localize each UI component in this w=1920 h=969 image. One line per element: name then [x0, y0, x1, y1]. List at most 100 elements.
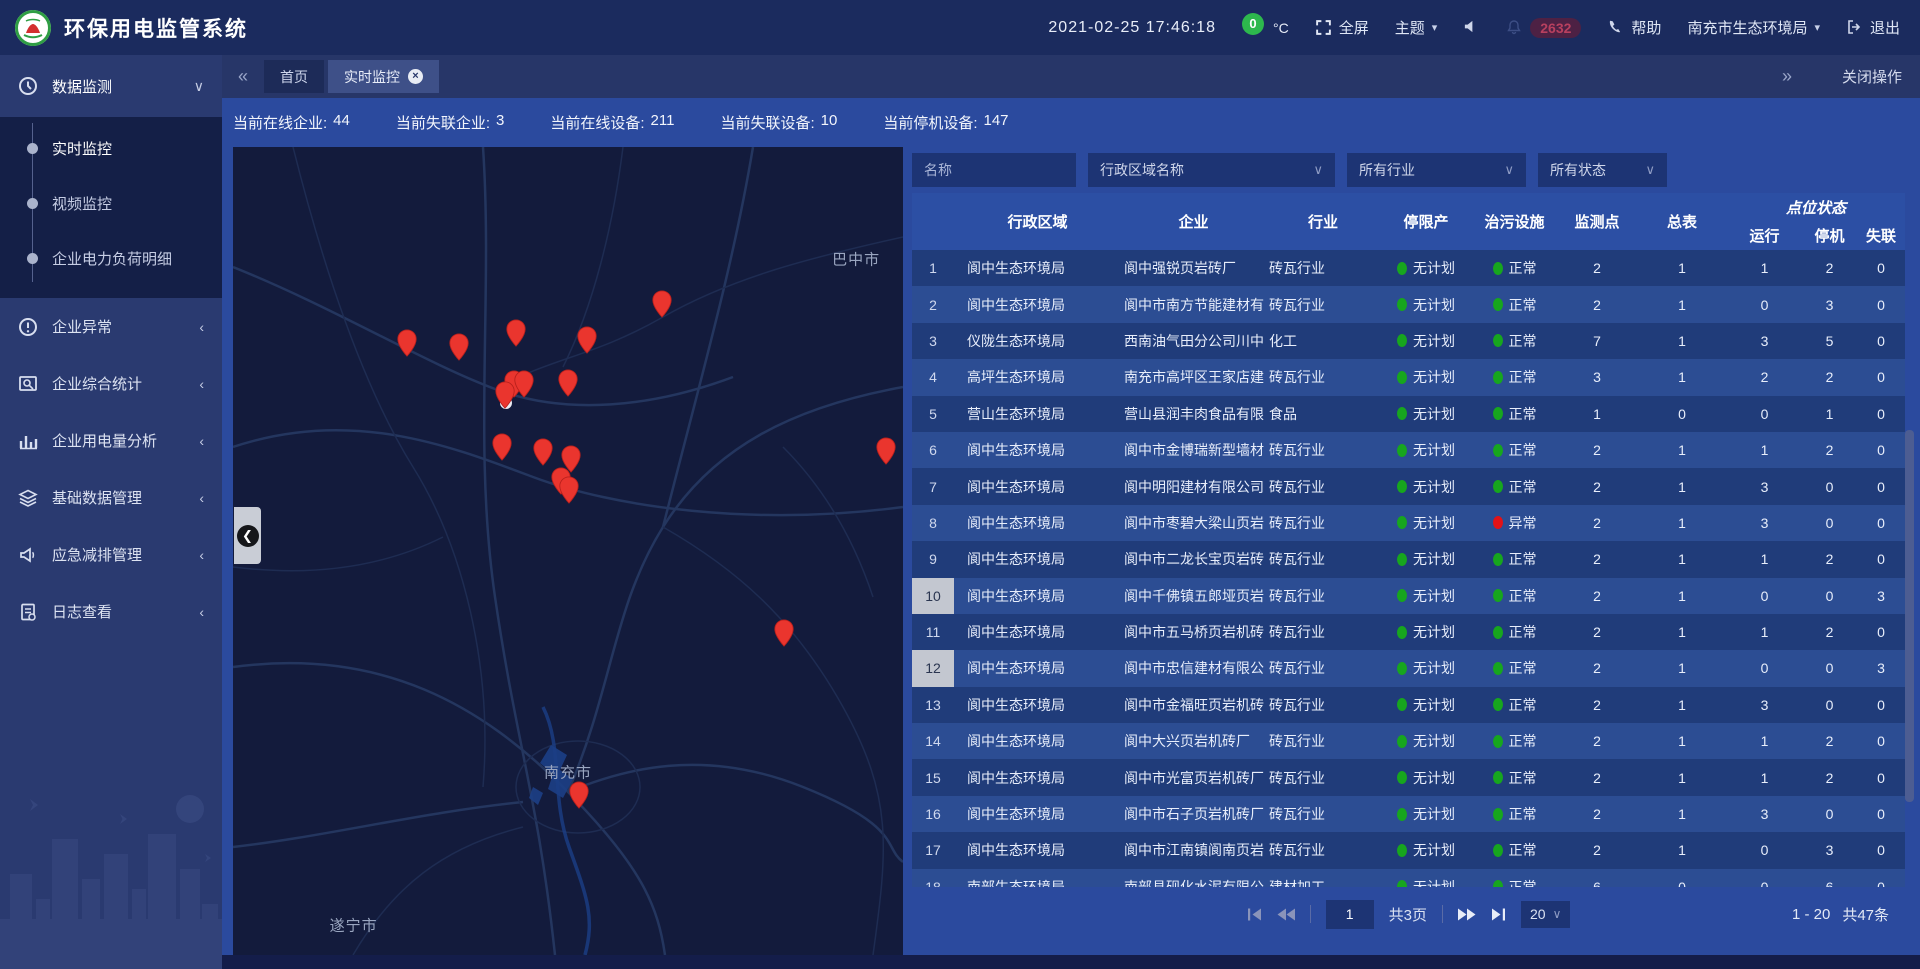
cell-production: 无计划	[1380, 331, 1472, 351]
name-filter-input[interactable]	[912, 153, 1076, 187]
cell-stopped: 0	[1802, 588, 1857, 604]
tabs-scroll-left-button[interactable]: «	[222, 66, 264, 87]
table-row[interactable]: 2阆中生态环境局阆中市南方节能建材有砖瓦行业无计划正常21030	[912, 286, 1905, 322]
fullscreen-button[interactable]: 全屏	[1315, 17, 1369, 38]
cell-industry: 化工	[1266, 331, 1380, 351]
status-dot-green	[1493, 444, 1503, 457]
tab-realtime-monitor[interactable]: 实时监控 ×	[328, 60, 439, 93]
status-dot-green	[1493, 334, 1503, 347]
status-dot-green	[1397, 262, 1407, 275]
tab-home[interactable]: 首页	[264, 60, 324, 93]
theme-dropdown[interactable]: 主题 ▾	[1395, 17, 1438, 38]
status-filter-select[interactable]: 所有状态 ∨	[1538, 153, 1667, 187]
cell-company: 阆中市南方节能建材有	[1121, 295, 1266, 315]
region-filter-select[interactable]: 行政区域名称 ∨	[1088, 153, 1335, 187]
cell-points: 2	[1557, 842, 1637, 858]
sidebar-item-enterprise-abnormal[interactable]: 企业异常 ‹	[0, 298, 222, 355]
prev-page-button[interactable]	[1277, 908, 1295, 921]
map-pin[interactable]	[397, 329, 418, 357]
chevron-left-icon: ❮	[237, 525, 259, 547]
map-pin[interactable]	[875, 437, 896, 465]
cell-row-number: 8	[912, 505, 954, 541]
cell-meters: 1	[1637, 770, 1727, 786]
column-header-points: 监测点	[1557, 211, 1637, 232]
stat-online-devices: 当前在线设备:211	[550, 112, 674, 133]
sidebar-item-base-data[interactable]: 基础数据管理 ‹	[0, 469, 222, 526]
table-row[interactable]: 17阆中生态环境局阆中市江南镇阆南页岩砖瓦行业无计划正常21030	[912, 832, 1905, 868]
org-dropdown[interactable]: 南充市生态环境局 ▾	[1687, 17, 1820, 38]
table-row[interactable]: 13阆中生态环境局阆中市金福旺页岩机砖砖瓦行业无计划正常21300	[912, 687, 1905, 723]
table-row[interactable]: 7阆中生态环境局阆中明阳建材有限公司砖瓦行业无计划正常21300	[912, 468, 1905, 504]
sidebar-item-data-monitor[interactable]: 数据监测 ∨	[0, 55, 222, 117]
cell-production: 无计划	[1380, 695, 1472, 715]
sidebar-item-realtime-monitor[interactable]: 实时监控	[0, 121, 222, 176]
close-tab-icon[interactable]: ×	[408, 69, 423, 84]
next-page-button[interactable]	[1458, 908, 1476, 921]
status-dot-green	[1397, 808, 1407, 821]
table-row[interactable]: 3仪陇生态环境局西南油气田分公司川中化工无计划正常71350	[912, 323, 1905, 359]
map-pin[interactable]	[774, 619, 795, 647]
table-row[interactable]: 1阆中生态环境局阆中强锐页岩砖厂砖瓦行业无计划正常21120	[912, 250, 1905, 286]
sidebar-item-power-analysis[interactable]: 企业用电量分析 ‹	[0, 412, 222, 469]
map-pin[interactable]	[492, 433, 513, 461]
cell-treatment: 正常	[1472, 731, 1557, 751]
logout-button[interactable]: 退出	[1846, 17, 1900, 38]
table-row[interactable]: 6阆中生态环境局阆中市金博瑞新型墙材砖瓦行业无计划正常21120	[912, 432, 1905, 468]
column-header-stopped: 停机	[1802, 225, 1857, 246]
first-page-button[interactable]	[1247, 908, 1262, 921]
map-pin[interactable]	[513, 370, 534, 398]
map-pin[interactable]	[495, 381, 516, 409]
sidebar-item-enterprise-stats[interactable]: 企业综合统计 ‹	[0, 355, 222, 412]
vertical-scrollbar-thumb[interactable]	[1905, 430, 1914, 802]
notifications-button[interactable]: 2632	[1506, 18, 1581, 38]
last-page-button[interactable]	[1491, 908, 1506, 921]
map-panel[interactable]: 巴中市南充市遂宁市	[233, 147, 903, 955]
cell-industry: 砖瓦行业	[1266, 295, 1380, 315]
cell-running: 3	[1727, 697, 1802, 713]
table-row[interactable]: 15阆中生态环境局阆中市光富页岩机砖厂砖瓦行业无计划正常21120	[912, 759, 1905, 795]
map-pin[interactable]	[449, 333, 470, 361]
map-pin[interactable]	[558, 369, 579, 397]
table-row[interactable]: 8阆中生态环境局阆中市枣碧大梁山页岩砖瓦行业无计划异常21300	[912, 505, 1905, 541]
page-number-input[interactable]	[1326, 900, 1374, 929]
table-row[interactable]: 5营山生态环境局营山县润丰肉食品有限食品无计划正常10010	[912, 396, 1905, 432]
cell-company: 阆中明阳建材有限公司	[1121, 477, 1266, 497]
cell-industry: 砖瓦行业	[1266, 804, 1380, 824]
cell-running: 0	[1727, 588, 1802, 604]
sidebar-item-video-monitor[interactable]: 视频监控	[0, 176, 222, 231]
cell-treatment: 正常	[1472, 695, 1557, 715]
cell-row-number: 14	[912, 723, 954, 759]
table-row[interactable]: 9阆中生态环境局阆中市二龙长宝页岩砖砖瓦行业无计划正常21120	[912, 541, 1905, 577]
close-operations-button[interactable]: 关闭操作	[1842, 66, 1902, 87]
mute-button[interactable]	[1463, 19, 1480, 36]
status-dot-green	[1397, 844, 1407, 857]
map-pin[interactable]	[559, 476, 580, 504]
table-row[interactable]: 16阆中生态环境局阆中市石子页岩机砖厂砖瓦行业无计划正常21300	[912, 796, 1905, 832]
help-button[interactable]: 帮助	[1607, 17, 1661, 38]
cell-stopped: 1	[1802, 406, 1857, 422]
cell-offline: 3	[1857, 660, 1905, 676]
map-collapse-button[interactable]: ❮	[234, 507, 261, 564]
fullscreen-icon	[1315, 19, 1332, 36]
table-row[interactable]: 11阆中生态环境局阆中市五马桥页岩机砖砖瓦行业无计划正常21120	[912, 614, 1905, 650]
industry-filter-select[interactable]: 所有行业 ∨	[1347, 153, 1526, 187]
sidebar-item-label: 数据监测	[52, 76, 112, 97]
table-row[interactable]: 10阆中生态环境局阆中千佛镇五郎垭页岩砖瓦行业无计划正常21003	[912, 578, 1905, 614]
page-size-select[interactable]: 20 ∨	[1521, 901, 1570, 928]
table-row[interactable]: 4高坪生态环境局南充市高坪区王家店建砖瓦行业无计划正常31220	[912, 359, 1905, 395]
sidebar-item-emergency-reduction[interactable]: 应急减排管理 ‹	[0, 526, 222, 583]
cell-running: 0	[1727, 297, 1802, 313]
map-pin[interactable]	[505, 319, 526, 347]
tabs-scroll-right-button[interactable]: »	[1766, 66, 1808, 87]
cell-meters: 1	[1637, 333, 1727, 349]
map-pin[interactable]	[576, 326, 597, 354]
table-row[interactable]: 12阆中生态环境局阆中市忠信建材有限公砖瓦行业无计划正常21003	[912, 650, 1905, 686]
sidebar-item-power-load-detail[interactable]: 企业电力负荷明细	[0, 231, 222, 286]
map-pin[interactable]	[568, 781, 589, 809]
table-row[interactable]: 14阆中生态环境局阆中大兴页岩机砖厂砖瓦行业无计划正常21120	[912, 723, 1905, 759]
map-pin[interactable]	[533, 438, 554, 466]
sidebar-item-logs[interactable]: 日志查看 ‹	[0, 583, 222, 640]
cell-company: 阆中市光富页岩机砖厂	[1121, 768, 1266, 788]
stats-bar: 当前在线企业:44 当前失联企业:3 当前在线设备:211 当前失联设备:10 …	[233, 98, 1009, 147]
map-pin[interactable]	[651, 290, 672, 318]
